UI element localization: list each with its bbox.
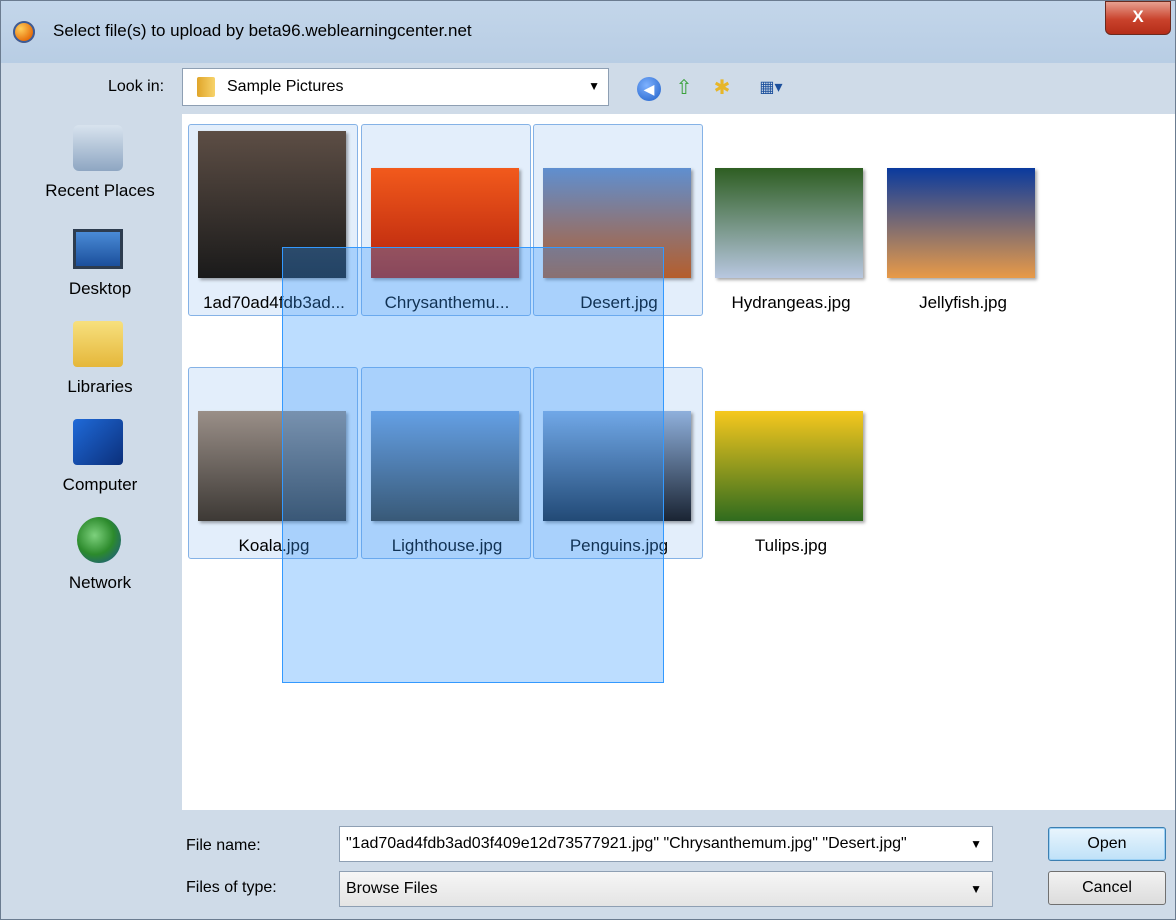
selection-marquee <box>282 247 664 683</box>
window-title: Select file(s) to upload by beta96.weble… <box>53 21 472 40</box>
place-libraries[interactable]: Libraries <box>7 315 177 405</box>
file-item[interactable]: Jellyfish.jpg <box>877 124 1047 316</box>
look-in-value: Sample Pictures <box>227 78 344 95</box>
folder-icon <box>197 77 215 97</box>
desktop-icon <box>73 229 123 269</box>
file-thumbnail <box>715 411 863 521</box>
file-name: Hydrangeas.jpg <box>731 293 851 312</box>
file-thumbnail <box>715 168 863 278</box>
file-type-label: Files of type: <box>186 879 277 896</box>
firefox-icon <box>13 21 35 43</box>
file-name: Tulips.jpg <box>754 536 828 555</box>
file-item[interactable]: Hydrangeas.jpg <box>705 124 875 316</box>
place-network[interactable]: Network <box>7 511 177 601</box>
up-folder-icon[interactable]: ⇧ <box>671 75 697 101</box>
chevron-down-icon: ▼ <box>970 882 982 896</box>
file-upload-dialog: Select file(s) to upload by beta96.weble… <box>0 0 1176 920</box>
place-recent-places[interactable]: Recent Places <box>7 119 177 209</box>
file-type-value: Browse Files <box>346 880 438 897</box>
place-computer[interactable]: Computer <box>7 413 177 503</box>
place-label: Network <box>68 573 132 592</box>
back-arrow-icon[interactable]: ◀ <box>637 77 661 101</box>
look-in-dropdown[interactable]: Sample Pictures ▼ <box>182 68 609 106</box>
network-icon <box>77 517 121 563</box>
file-name: Jellyfish.jpg <box>919 293 1007 312</box>
places-bar: Recent Places Desktop Libraries Computer… <box>7 119 177 919</box>
place-label: Libraries <box>67 377 133 396</box>
file-name-input[interactable]: "1ad70ad4fdb3ad03f409e12d73577921.jpg" "… <box>339 826 993 862</box>
cancel-button[interactable]: Cancel <box>1048 871 1166 905</box>
view-menu-icon[interactable]: ▦▾ <box>751 75 791 101</box>
chevron-down-icon[interactable]: ▼ <box>964 827 982 861</box>
computer-icon <box>73 419 123 465</box>
place-label: Recent Places <box>45 181 155 200</box>
place-desktop[interactable]: Desktop <box>7 217 177 307</box>
file-thumbnail <box>887 168 1035 278</box>
file-name-label: File name: <box>186 837 261 854</box>
file-name-value: "1ad70ad4fdb3ad03f409e12d73577921.jpg" "… <box>346 835 907 852</box>
new-folder-icon[interactable]: ✱ <box>709 75 735 101</box>
file-type-select[interactable]: Browse Files ▼ <box>339 871 993 907</box>
recent-places-icon <box>73 125 123 171</box>
look-in-label: Look in: <box>108 78 165 95</box>
file-item[interactable]: Tulips.jpg <box>705 367 875 559</box>
place-label: Desktop <box>68 279 132 298</box>
open-button[interactable]: Open <box>1048 827 1166 861</box>
place-label: Computer <box>62 475 138 494</box>
libraries-icon <box>73 321 123 367</box>
title-bar: Select file(s) to upload by beta96.weble… <box>1 1 1175 63</box>
close-button[interactable]: X <box>1105 1 1171 35</box>
chevron-down-icon: ▼ <box>588 79 600 93</box>
